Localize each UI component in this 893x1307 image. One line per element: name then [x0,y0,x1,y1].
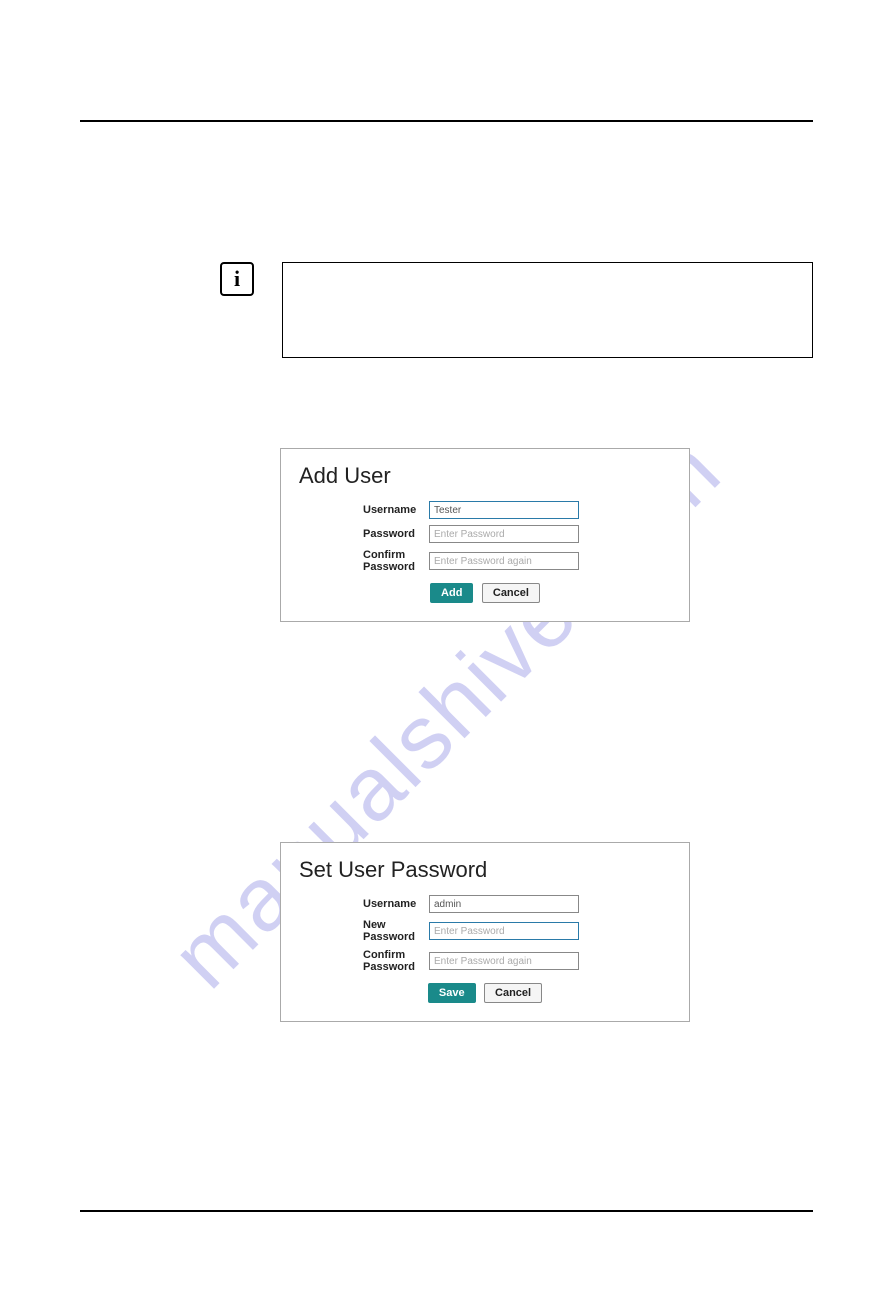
set-password-username-input[interactable] [429,895,579,913]
set-password-confirm-input[interactable] [429,952,579,970]
add-user-password-label: Password [299,528,429,540]
set-password-buttons: Save Cancel [299,983,671,1003]
set-password-confirm-row: Confirm Password [299,949,671,973]
add-user-password-row: Password [299,525,671,543]
add-user-username-label: Username [299,504,429,516]
add-user-confirm-input[interactable] [429,552,579,570]
info-icon: i [220,262,254,296]
set-password-dialog: Set User Password Username New Password … [280,842,690,1022]
set-password-username-row: Username [299,895,671,913]
add-button[interactable]: Add [430,583,473,603]
add-user-password-input[interactable] [429,525,579,543]
add-cancel-button[interactable]: Cancel [482,583,540,603]
info-row: i [80,262,813,358]
set-password-new-label: New Password [299,919,429,943]
set-password-confirm-label: Confirm Password [299,949,429,973]
add-user-username-input[interactable] [429,501,579,519]
info-box [282,262,813,358]
set-password-title: Set User Password [299,857,671,883]
top-divider [80,120,813,122]
add-user-confirm-label: Confirm Password [299,549,429,573]
page-container: i Add User Username Password Confirm Pas… [0,120,893,1307]
save-button[interactable]: Save [428,983,476,1003]
set-password-new-row: New Password [299,919,671,943]
add-user-title: Add User [299,463,671,489]
add-user-dialog: Add User Username Password Confirm Passw… [280,448,690,622]
bottom-divider [80,1210,813,1212]
add-user-username-row: Username [299,501,671,519]
set-password-new-input[interactable] [429,922,579,940]
set-cancel-button[interactable]: Cancel [484,983,542,1003]
set-password-username-label: Username [299,898,429,910]
add-user-buttons: Add Cancel [299,583,671,603]
add-user-confirm-row: Confirm Password [299,549,671,573]
